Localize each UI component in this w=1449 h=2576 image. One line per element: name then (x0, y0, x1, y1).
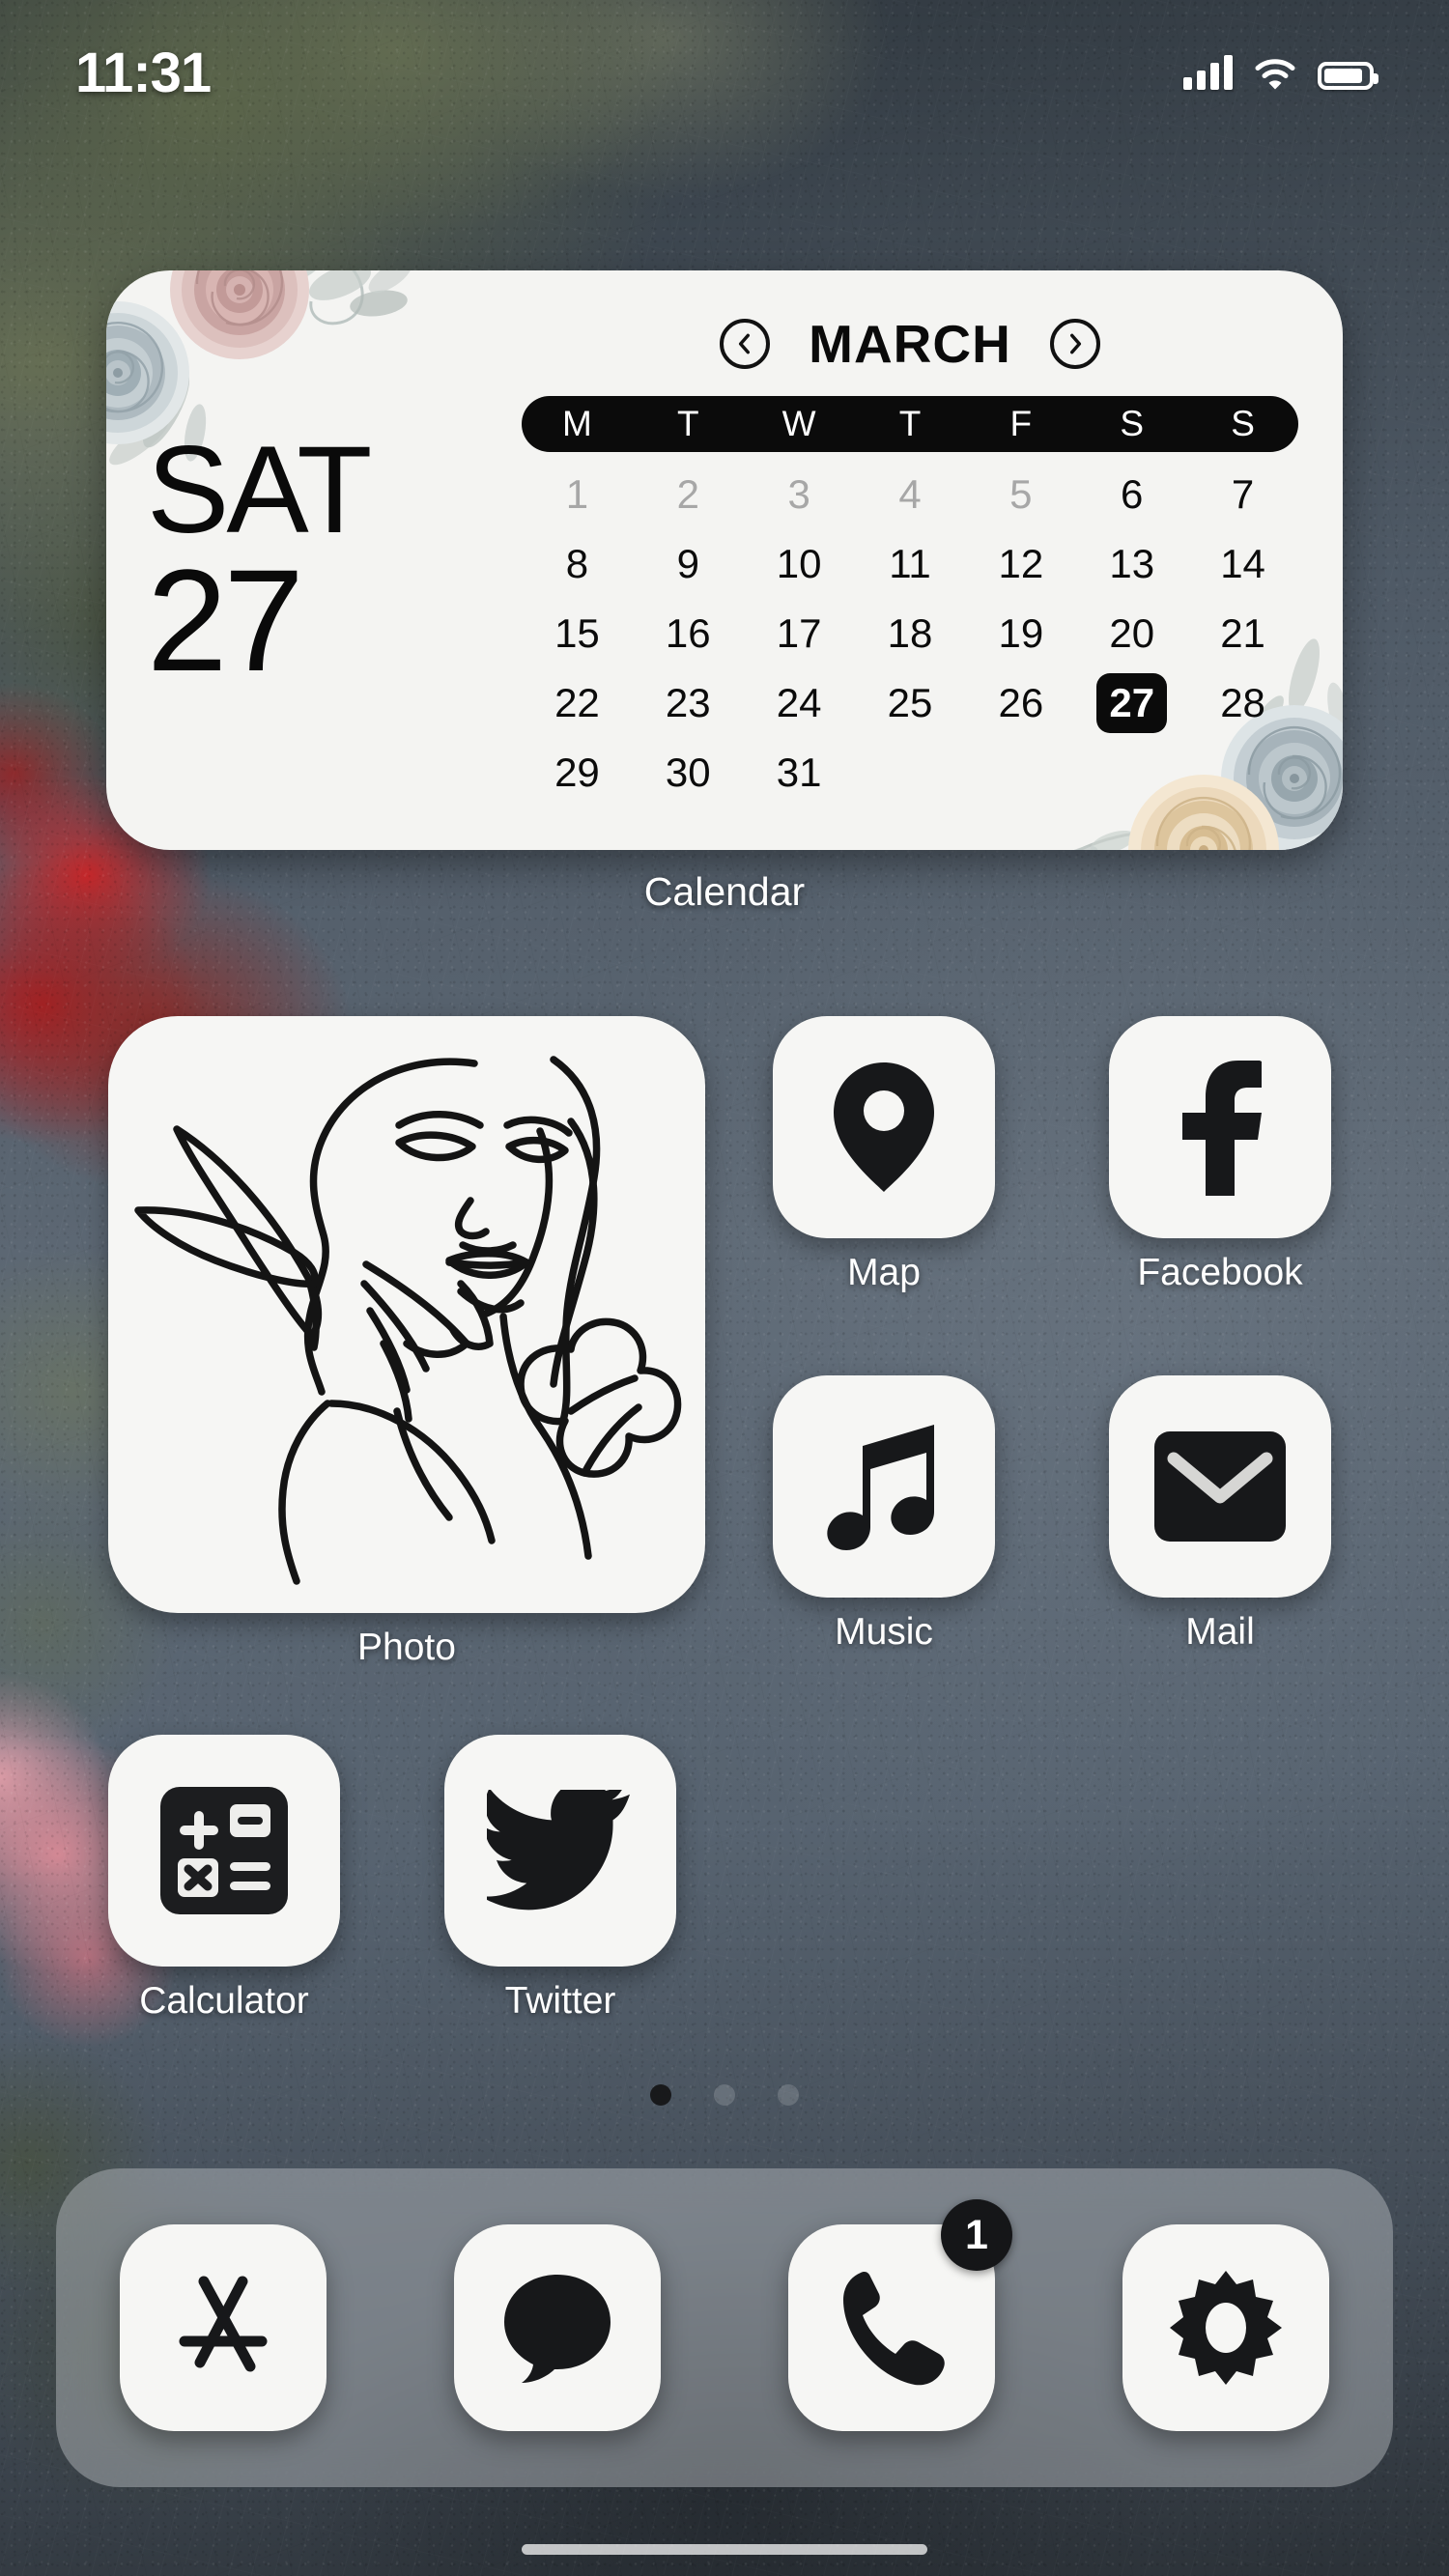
page-dot-2[interactable] (714, 2084, 735, 2106)
location-pin-icon (773, 1016, 995, 1238)
calendar-day[interactable]: 1 (522, 462, 633, 527)
app-store-icon (120, 2224, 327, 2431)
wifi-icon (1254, 57, 1296, 90)
calendar-day[interactable]: 20 (1076, 601, 1187, 666)
calendar-day[interactable]: 17 (744, 601, 855, 666)
dock-app-phone[interactable]: 1 (788, 2199, 1012, 2431)
dock: 1 (56, 2168, 1393, 2487)
calendar-day-today-pill: 27 (1096, 673, 1168, 733)
dock-app-messages[interactable] (454, 2224, 661, 2431)
chevron-right-circle-icon[interactable] (1049, 319, 1100, 369)
calendar-day[interactable]: 15 (522, 601, 633, 666)
calendar-day[interactable]: 7 (1187, 462, 1298, 527)
calendar-widget-label: Calendar (643, 869, 806, 914)
phone-badge-count: 1 (941, 2199, 1012, 2271)
facebook-f-icon (1109, 1016, 1331, 1238)
calendar-day[interactable]: 12 (965, 531, 1076, 597)
calendar-day[interactable]: 9 (633, 531, 744, 597)
twitter-bird-icon (444, 1735, 676, 1967)
page-dot-1[interactable] (650, 2084, 671, 2106)
battery-icon (1318, 62, 1378, 90)
app-label-calculator: Calculator (139, 1980, 309, 2022)
calendar-day[interactable]: 31 (744, 740, 855, 806)
widget-month-block: MARCH MTWTFSS 1 2 3 4 5 6 7 8 9 10 11 12 13 14 15 16 17 1… (522, 270, 1343, 850)
status-bar-clock: 11:31 (75, 41, 212, 104)
weekday-header-0: M (562, 404, 592, 443)
calendar-day[interactable]: 19 (965, 601, 1076, 666)
page-indicator[interactable] (0, 2084, 1449, 2106)
status-bar: 11:31 (0, 0, 1449, 145)
calendar-day[interactable]: 28 (1187, 670, 1298, 736)
widget-day-number: 27 (147, 539, 304, 702)
app-label-music: Music (835, 1611, 933, 1653)
app-map[interactable]: Map (773, 1016, 995, 1294)
app-twitter[interactable]: Twitter (444, 1735, 676, 2023)
weekday-header-3: T (898, 404, 922, 443)
weekday-header-row: MTWTFSS (522, 396, 1298, 452)
calculator-icon (108, 1735, 340, 1967)
weekday-header-1: T (676, 404, 699, 443)
weekday-header-2: W (781, 404, 816, 443)
widget-weekday: SAT (147, 420, 372, 559)
calendar-day[interactable]: 13 (1076, 531, 1187, 597)
calendar-day[interactable]: 8 (522, 531, 633, 597)
dock-app-settings[interactable] (1122, 2224, 1329, 2431)
app-label-mail: Mail (1185, 1611, 1255, 1653)
calendar-day[interactable]: 21 (1187, 601, 1298, 666)
calendar-day[interactable]: 14 (1187, 531, 1298, 597)
app-mail[interactable]: Mail (1109, 1375, 1331, 1654)
calendar-day[interactable]: 16 (633, 601, 744, 666)
calendar-widget[interactable]: SAT 27 MARCH MTWTFSS 1 2 3 4 5 6 7 8 9 10 11 12 13 14… (106, 270, 1343, 850)
calendar-day[interactable]: 2 (633, 462, 744, 527)
music-note-icon (773, 1375, 995, 1598)
dock-app-app-store[interactable] (120, 2224, 327, 2431)
calendar-day[interactable]: 24 (744, 670, 855, 736)
status-bar-icons (1183, 55, 1378, 90)
speech-bubble-icon (454, 2224, 661, 2431)
chevron-left-circle-icon[interactable] (720, 319, 771, 369)
calendar-day[interactable]: 22 (522, 670, 633, 736)
app-label-facebook: Facebook (1137, 1252, 1303, 1293)
app-calculator[interactable]: Calculator (108, 1735, 340, 2023)
app-label-photo: Photo (357, 1627, 456, 1668)
calendar-day[interactable]: 5 (965, 462, 1076, 527)
calendar-day[interactable]: 6 (1076, 462, 1187, 527)
weekday-header-4: F (1009, 404, 1033, 443)
app-music[interactable]: Music (773, 1375, 995, 1654)
calendar-day[interactable]: 23 (633, 670, 744, 736)
page-dot-3[interactable] (778, 2084, 799, 2106)
calendar-day[interactable]: 26 (965, 670, 1076, 736)
calendar-day[interactable]: 4 (855, 462, 966, 527)
line-art-woman-portrait-icon (108, 1016, 705, 1613)
app-label-map: Map (847, 1252, 921, 1293)
app-photo[interactable]: Photo (108, 1016, 705, 1668)
calendar-day[interactable]: 11 (855, 531, 966, 597)
calendar-day[interactable]: 25 (855, 670, 966, 736)
weekday-header-5: S (1120, 404, 1145, 443)
app-label-twitter: Twitter (504, 1980, 616, 2022)
home-indicator (522, 2544, 927, 2555)
calendar-day[interactable]: 10 (744, 531, 855, 597)
calendar-days-grid[interactable]: 1 2 3 4 5 6 7 8 9 10 11 12 13 14 15 16 17 18 19 20 21 22 23 24 2… (522, 462, 1298, 806)
month-name: MARCH (809, 314, 1011, 374)
calendar-day[interactable]: 3 (744, 462, 855, 527)
calendar-day[interactable]: 18 (855, 601, 966, 666)
month-navigation: MARCH (522, 313, 1298, 375)
calendar-day[interactable]: 29 (522, 740, 633, 806)
app-facebook[interactable]: Facebook (1109, 1016, 1331, 1294)
calendar-day-today[interactable]: 27 (1076, 670, 1187, 736)
widget-date-block: SAT 27 (106, 270, 512, 850)
weekday-header-6: S (1231, 404, 1255, 443)
gear-icon (1122, 2224, 1329, 2431)
envelope-icon (1109, 1375, 1331, 1598)
calendar-day[interactable]: 30 (633, 740, 744, 806)
cellular-signal-icon (1183, 55, 1233, 90)
